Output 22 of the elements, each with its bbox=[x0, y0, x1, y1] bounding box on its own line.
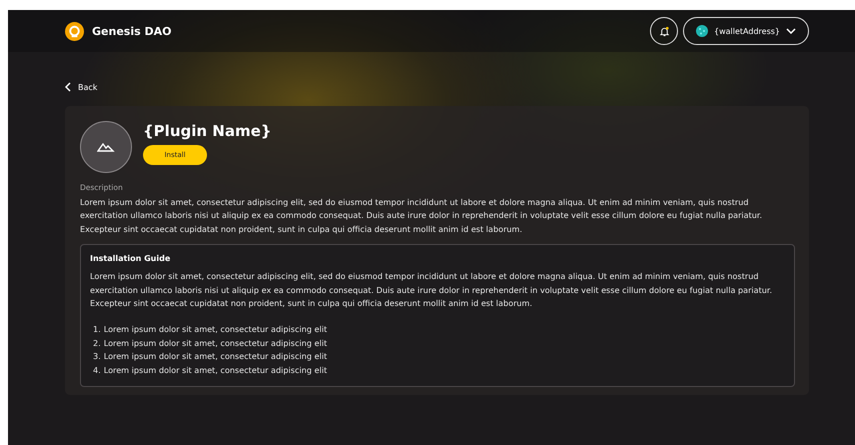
description-text: Lorem ipsum dolor sit amet, consectetur adipiscing elit, sed do eiusmod tempor incididunt ut labore et dolore magna aliqua. Ut enim ad minim veniam, quis nostrud exercitation ullamco laboris nisi ut aliquip ex ea commodo consequat. Duis aute irure dolor in reprehenderit in voluptate velit esse cillum dolore eu fugiat nulla pariatur. Excepteur sint occaecat cupidatat non proident, sunt in culpa qui officia deserunt mollit anim id est laborum. bbox=[80, 196, 764, 236]
back-link[interactable]: Back bbox=[65, 52, 98, 106]
step-number: 2. bbox=[93, 338, 101, 348]
wallet-avatar-icon bbox=[696, 25, 708, 37]
guide-title: Installation Guide bbox=[90, 254, 172, 264]
chevron-left-icon bbox=[65, 82, 71, 92]
logo-icon bbox=[65, 22, 84, 40]
plugin-name: {Plugin Name} bbox=[143, 122, 272, 140]
notification-button[interactable] bbox=[650, 17, 678, 45]
chevron-down-icon bbox=[786, 28, 796, 34]
step-number: 3. bbox=[93, 351, 101, 362]
step-number: 4. bbox=[93, 364, 101, 375]
step-text: Lorem ipsum dolor sit amet, consectetur adipiscing elit bbox=[104, 364, 328, 375]
step-text: Lorem ipsum dolor sit amet, consectetur adipiscing elit bbox=[104, 351, 328, 362]
mountain-icon bbox=[97, 142, 115, 152]
step-number: 1. bbox=[93, 324, 101, 334]
wallet-button[interactable]: {walletAddress} bbox=[683, 17, 809, 45]
step-text: Lorem ipsum dolor sit amet, consectetur adipiscing elit bbox=[104, 338, 328, 348]
guide-text: Lorem ipsum dolor sit amet, consectetur adipiscing elit, sed do eiusmod tempor incididunt ut labore et dolore magna aliqua. Ut enim ad minim veniam, quis nostrud exercitation ullamco laboris nisi ut aliquip ex ea commodo consequat. Duis aute irure dolor in reprehenderit in voluptate velit esse cillum dolore eu fugiat nulla pariatur. Excepteur sint occaecat cupidatat non proident, sunt in culpa qui officia deserunt mollit anim id est laborum. bbox=[90, 270, 774, 310]
step-text: Lorem ipsum dolor sit amet, consectetur adipiscing elit bbox=[104, 324, 328, 334]
brand-name: Genesis DAO bbox=[92, 24, 172, 38]
bell-icon bbox=[658, 26, 670, 36]
